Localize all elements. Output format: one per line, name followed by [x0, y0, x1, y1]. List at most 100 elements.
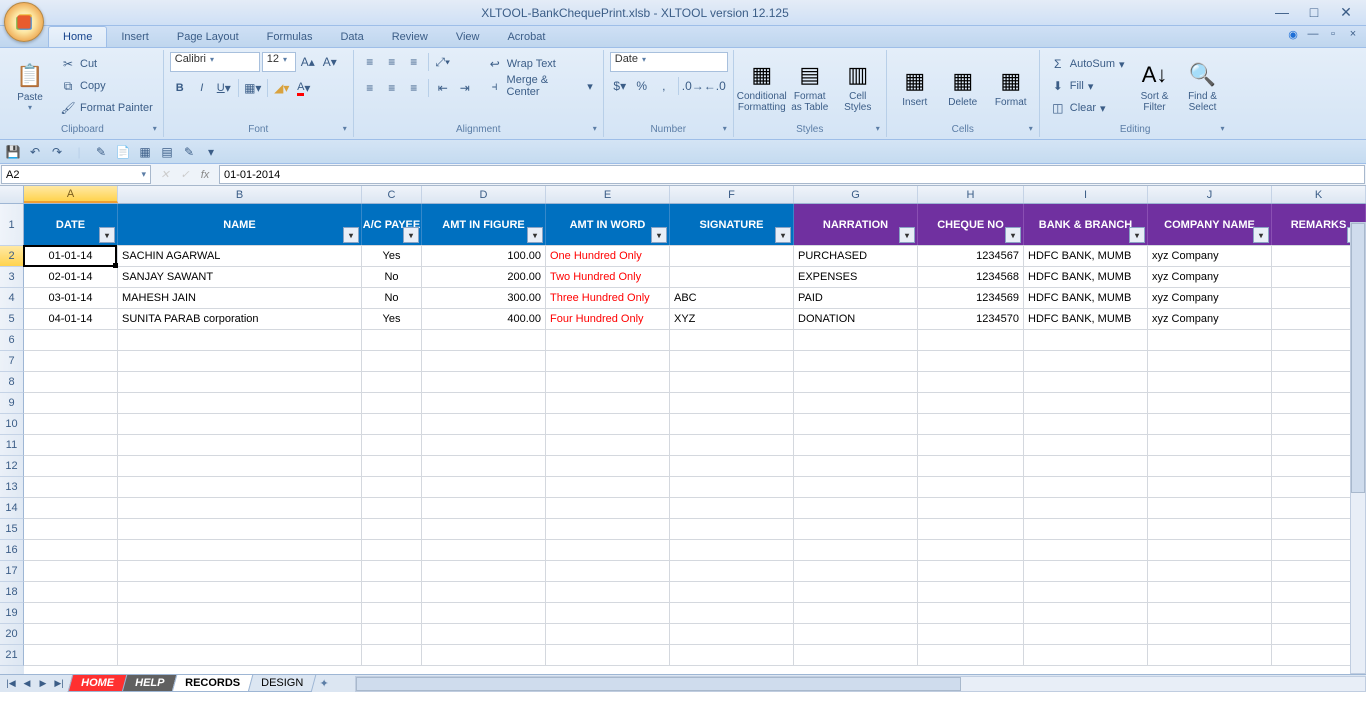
- empty-cell[interactable]: [362, 330, 422, 350]
- empty-cell[interactable]: [422, 645, 546, 665]
- empty-cell[interactable]: [1024, 603, 1148, 623]
- empty-cell[interactable]: [24, 435, 118, 455]
- cell-cheque[interactable]: 1234569: [918, 288, 1024, 308]
- empty-cell[interactable]: [422, 540, 546, 560]
- tab-home[interactable]: Home: [48, 26, 107, 47]
- conditional-formatting-button[interactable]: ▦Conditional Formatting: [740, 52, 784, 120]
- empty-cell[interactable]: [422, 414, 546, 434]
- empty-cell[interactable]: [362, 393, 422, 413]
- empty-cell[interactable]: [24, 393, 118, 413]
- empty-cell[interactable]: [794, 330, 918, 350]
- empty-cell[interactable]: [118, 372, 362, 392]
- empty-cell[interactable]: [794, 414, 918, 434]
- cell-figure[interactable]: 300.00: [422, 288, 546, 308]
- cell-narration[interactable]: PAID: [794, 288, 918, 308]
- new-sheet-icon[interactable]: ✦: [314, 677, 335, 690]
- hdr-date[interactable]: DATE: [24, 204, 118, 245]
- vertical-scrollbar[interactable]: [1350, 222, 1366, 674]
- cell-word[interactable]: Four Hundred Only: [546, 309, 670, 329]
- empty-cell[interactable]: [1148, 456, 1272, 476]
- empty-cell[interactable]: [794, 624, 918, 644]
- col-header-b[interactable]: B: [118, 186, 362, 203]
- sort-filter-button[interactable]: A↓Sort & Filter: [1133, 52, 1177, 120]
- align-center-button[interactable]: ≡: [382, 78, 402, 98]
- sheet-nav-first-icon[interactable]: |◀: [4, 678, 18, 689]
- empty-cell[interactable]: [670, 582, 794, 602]
- empty-cell[interactable]: [918, 456, 1024, 476]
- row-header-4[interactable]: 4: [0, 288, 24, 309]
- clear-button[interactable]: ◫Clear▾: [1046, 98, 1129, 118]
- cell-payee[interactable]: No: [362, 267, 422, 287]
- empty-cell[interactable]: [1148, 603, 1272, 623]
- hdr-cheque[interactable]: CHEQUE NO: [918, 204, 1024, 245]
- autosum-button[interactable]: ΣAutoSum▾: [1046, 54, 1129, 74]
- empty-cell[interactable]: [918, 603, 1024, 623]
- col-header-e[interactable]: E: [546, 186, 670, 203]
- empty-cell[interactable]: [362, 435, 422, 455]
- cell-narration[interactable]: PURCHASED: [794, 246, 918, 266]
- qat-dropdown-icon[interactable]: ▾: [202, 143, 220, 161]
- cell-bank[interactable]: HDFC BANK, MUMB: [1024, 288, 1148, 308]
- empty-cell[interactable]: [546, 477, 670, 497]
- empty-cell[interactable]: [918, 330, 1024, 350]
- font-color-button[interactable]: A▾: [294, 78, 314, 98]
- cell-bank[interactable]: HDFC BANK, MUMB: [1024, 267, 1148, 287]
- empty-cell[interactable]: [546, 561, 670, 581]
- empty-cell[interactable]: [118, 645, 362, 665]
- row-header-9[interactable]: 9: [0, 393, 24, 414]
- row-header-18[interactable]: 18: [0, 582, 24, 603]
- empty-cell[interactable]: [1024, 645, 1148, 665]
- empty-cell[interactable]: [24, 645, 118, 665]
- empty-cell[interactable]: [1148, 477, 1272, 497]
- col-header-d[interactable]: D: [422, 186, 546, 203]
- empty-cell[interactable]: [422, 393, 546, 413]
- empty-cell[interactable]: [118, 498, 362, 518]
- fill-color-button[interactable]: ◢▾: [272, 78, 292, 98]
- empty-cell[interactable]: [1024, 582, 1148, 602]
- empty-cell[interactable]: [422, 477, 546, 497]
- empty-cell[interactable]: [118, 561, 362, 581]
- formula-input[interactable]: 01-01-2014: [219, 165, 1365, 184]
- empty-cell[interactable]: [422, 582, 546, 602]
- qat-custom2-icon[interactable]: 📄: [114, 143, 132, 161]
- hdr-narration[interactable]: NARRATION: [794, 204, 918, 245]
- empty-cell[interactable]: [362, 582, 422, 602]
- empty-cell[interactable]: [1148, 435, 1272, 455]
- empty-cell[interactable]: [670, 414, 794, 434]
- accept-formula-icon[interactable]: ✓: [176, 168, 194, 181]
- empty-cell[interactable]: [1024, 498, 1148, 518]
- empty-cell[interactable]: [546, 519, 670, 539]
- empty-cell[interactable]: [794, 561, 918, 581]
- merge-center-button[interactable]: ⫞Merge & Center▾: [483, 76, 597, 96]
- empty-cell[interactable]: [1024, 351, 1148, 371]
- row-header-15[interactable]: 15: [0, 519, 24, 540]
- empty-cell[interactable]: [118, 540, 362, 560]
- name-box[interactable]: A2: [1, 165, 151, 184]
- cell-cheque[interactable]: 1234570: [918, 309, 1024, 329]
- align-right-button[interactable]: ≡: [404, 78, 424, 98]
- empty-cell[interactable]: [422, 561, 546, 581]
- align-top-button[interactable]: ≡: [360, 52, 380, 72]
- hdr-word[interactable]: AMT IN WORD: [546, 204, 670, 245]
- delete-cells-button[interactable]: ▦Delete: [941, 52, 985, 120]
- empty-cell[interactable]: [918, 372, 1024, 392]
- row-header-12[interactable]: 12: [0, 456, 24, 477]
- cell-company[interactable]: xyz Company: [1148, 267, 1272, 287]
- ribbon-close-button[interactable]: ×: [1346, 28, 1360, 41]
- cell-cheque[interactable]: 1234567: [918, 246, 1024, 266]
- empty-cell[interactable]: [670, 351, 794, 371]
- empty-cell[interactable]: [362, 414, 422, 434]
- qat-custom1-icon[interactable]: ✎: [92, 143, 110, 161]
- col-header-a[interactable]: A: [24, 186, 118, 203]
- empty-cell[interactable]: [670, 540, 794, 560]
- currency-button[interactable]: $▾: [610, 76, 630, 96]
- cell-date[interactable]: 01-01-14: [24, 246, 118, 266]
- empty-cell[interactable]: [670, 645, 794, 665]
- empty-cell[interactable]: [1024, 477, 1148, 497]
- wrap-text-button[interactable]: ↩Wrap Text: [483, 54, 597, 74]
- empty-cell[interactable]: [670, 372, 794, 392]
- empty-cell[interactable]: [918, 393, 1024, 413]
- row-header-21[interactable]: 21: [0, 645, 24, 666]
- empty-cell[interactable]: [24, 603, 118, 623]
- empty-cell[interactable]: [362, 624, 422, 644]
